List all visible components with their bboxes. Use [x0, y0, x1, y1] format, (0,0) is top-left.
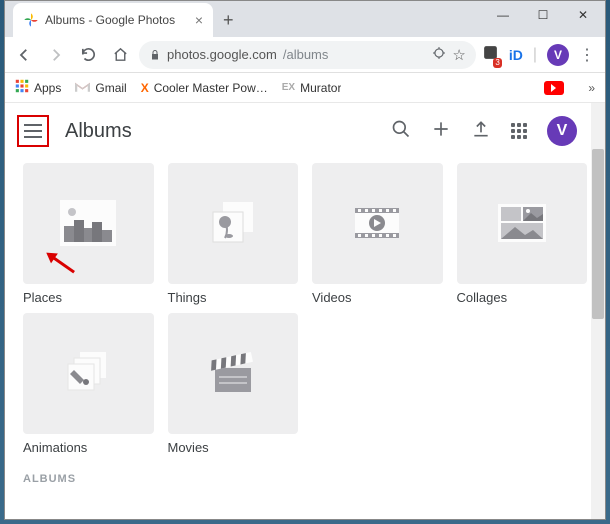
- vertical-scrollbar[interactable]: [591, 103, 605, 519]
- browser-tab[interactable]: Albums - Google Photos ×: [13, 3, 213, 37]
- movies-icon: [203, 348, 263, 398]
- browser-window: Albums - Google Photos × + — ☐ ✕ photos.…: [4, 0, 606, 520]
- window-controls: — ☐ ✕: [483, 1, 603, 29]
- videos-tile[interactable]: [312, 163, 443, 284]
- bookmark-cooler-label: Cooler Master Pow…: [154, 81, 268, 95]
- google-apps-icon[interactable]: [511, 123, 527, 139]
- bookmark-murator[interactable]: EX Murator: [282, 81, 342, 95]
- back-button[interactable]: [11, 42, 37, 68]
- kebab-menu-icon[interactable]: ⋮: [579, 45, 595, 65]
- app-header: Albums V: [5, 103, 605, 159]
- maximize-button[interactable]: ☐: [523, 1, 563, 29]
- album-videos[interactable]: Videos: [312, 163, 443, 309]
- extension-icon[interactable]: 3: [482, 44, 499, 66]
- id-extension-icon[interactable]: iD: [509, 47, 523, 63]
- apps-grid-icon: [15, 79, 29, 96]
- x-icon: X: [141, 81, 149, 95]
- url-host: photos.google.com: [167, 47, 277, 62]
- create-button[interactable]: [431, 119, 451, 144]
- bookmarks-overflow[interactable]: »: [588, 81, 595, 95]
- ex-icon: EX: [282, 82, 295, 93]
- things-label: Things: [168, 290, 299, 309]
- gmail-label: Gmail: [95, 81, 126, 95]
- things-tile[interactable]: [168, 163, 299, 284]
- things-icon: [203, 198, 263, 248]
- profile-avatar[interactable]: V: [547, 44, 569, 66]
- account-avatar[interactable]: V: [547, 116, 577, 146]
- animations-tile[interactable]: [23, 313, 154, 434]
- hamburger-menu-button[interactable]: [17, 115, 49, 147]
- minimize-button[interactable]: —: [483, 1, 523, 29]
- photos-favicon: [23, 12, 39, 28]
- tab-close-icon[interactable]: ×: [195, 12, 203, 28]
- collages-label: Collages: [457, 290, 588, 309]
- bookmark-cooler[interactable]: X Cooler Master Pow…: [141, 81, 268, 95]
- animations-icon: [58, 348, 118, 398]
- tab-strip: Albums - Google Photos × + — ☐ ✕: [5, 1, 605, 37]
- youtube-icon[interactable]: [544, 81, 564, 95]
- toolbar-right: 3 iD | V ⋮: [482, 44, 599, 66]
- address-bar[interactable]: photos.google.com/albums ☆: [139, 41, 476, 69]
- movies-tile[interactable]: [168, 313, 299, 434]
- aim-icon[interactable]: [432, 46, 446, 63]
- reload-button[interactable]: [75, 42, 101, 68]
- gmail-bookmark[interactable]: Gmail: [75, 81, 126, 95]
- videos-icon: [347, 198, 407, 248]
- album-places[interactable]: Places: [23, 163, 154, 309]
- albums-section-header: ALBUMS: [5, 459, 605, 489]
- apps-label: Apps: [34, 81, 61, 95]
- places-label: Places: [23, 290, 154, 309]
- page-content: Albums V Places Things: [5, 103, 605, 519]
- tab-title: Albums - Google Photos: [45, 13, 189, 27]
- search-icon[interactable]: [391, 119, 411, 144]
- scrollbar-thumb[interactable]: [592, 149, 604, 319]
- bookmark-star-icon[interactable]: ☆: [452, 46, 465, 64]
- bookmarks-bar: Apps Gmail X Cooler Master Pow… EX Murat…: [5, 73, 605, 103]
- upload-button[interactable]: [471, 119, 491, 144]
- album-animations[interactable]: Animations: [23, 313, 154, 459]
- page-title: Albums: [65, 120, 375, 143]
- album-movies[interactable]: Movies: [168, 313, 299, 459]
- collages-icon: [492, 198, 552, 248]
- close-window-button[interactable]: ✕: [563, 1, 603, 29]
- bookmark-murator-label: Murator: [300, 81, 341, 95]
- home-button[interactable]: [107, 42, 133, 68]
- new-tab-button[interactable]: +: [223, 10, 234, 31]
- apps-bookmark[interactable]: Apps: [15, 79, 61, 96]
- animations-label: Animations: [23, 440, 154, 459]
- videos-label: Videos: [312, 290, 443, 309]
- collages-tile[interactable]: [457, 163, 588, 284]
- movies-label: Movies: [168, 440, 299, 459]
- forward-button[interactable]: [43, 42, 69, 68]
- albums-grid: Places Things Videos Collages: [5, 159, 605, 459]
- album-things[interactable]: Things: [168, 163, 299, 309]
- album-collages[interactable]: Collages: [457, 163, 588, 309]
- gmail-icon: [75, 81, 90, 95]
- url-path: /albums: [283, 47, 329, 62]
- header-actions: V: [391, 116, 593, 146]
- places-tile[interactable]: [23, 163, 154, 284]
- hamburger-icon: [24, 130, 42, 132]
- places-icon: [58, 198, 118, 248]
- browser-toolbar: photos.google.com/albums ☆ 3 iD | V ⋮: [5, 37, 605, 73]
- lock-icon: [149, 49, 161, 61]
